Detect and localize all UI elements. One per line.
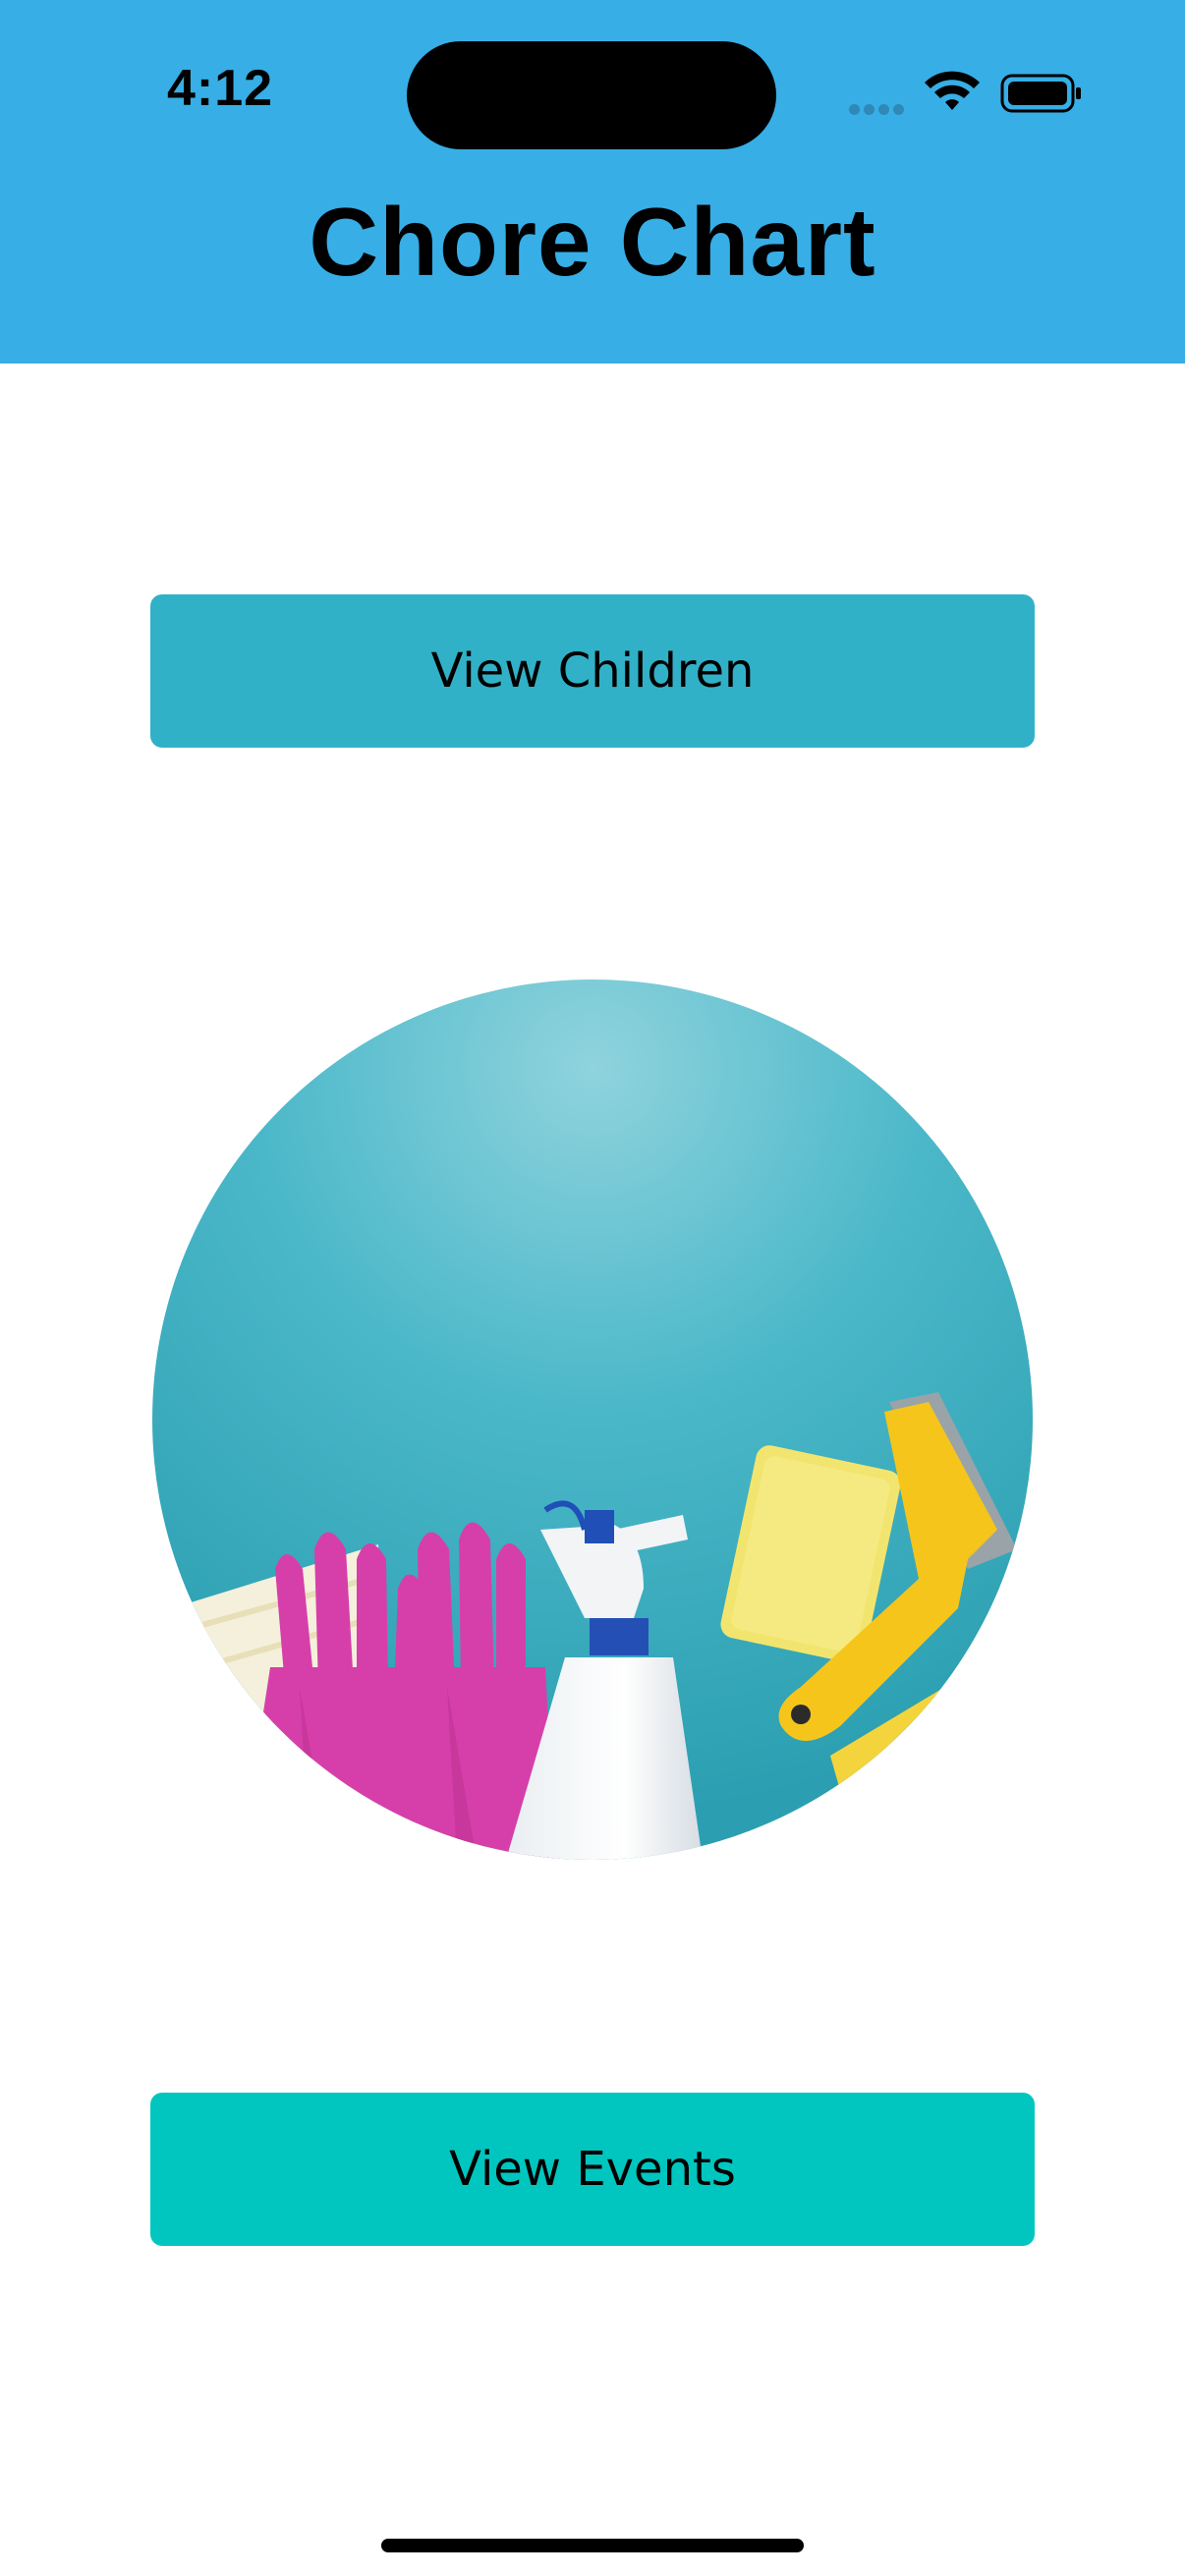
home-screen: 4:12 Chore Chart View Children View Even… — [0, 0, 1185, 2576]
home-indicator[interactable] — [381, 2539, 804, 2552]
cleaning-supplies-image — [152, 980, 1033, 1860]
page-title: Chore Chart — [309, 188, 876, 296]
battery-icon — [1000, 74, 1081, 113]
view-events-button[interactable]: View Events — [150, 2093, 1035, 2246]
status-time: 4:12 — [167, 60, 274, 117]
dynamic-island — [407, 41, 776, 149]
view-children-button[interactable]: View Children — [150, 594, 1035, 748]
wifi-icon — [925, 71, 980, 110]
signal-dots-icon — [849, 102, 908, 115]
app-header: 4:12 Chore Chart — [0, 0, 1185, 364]
